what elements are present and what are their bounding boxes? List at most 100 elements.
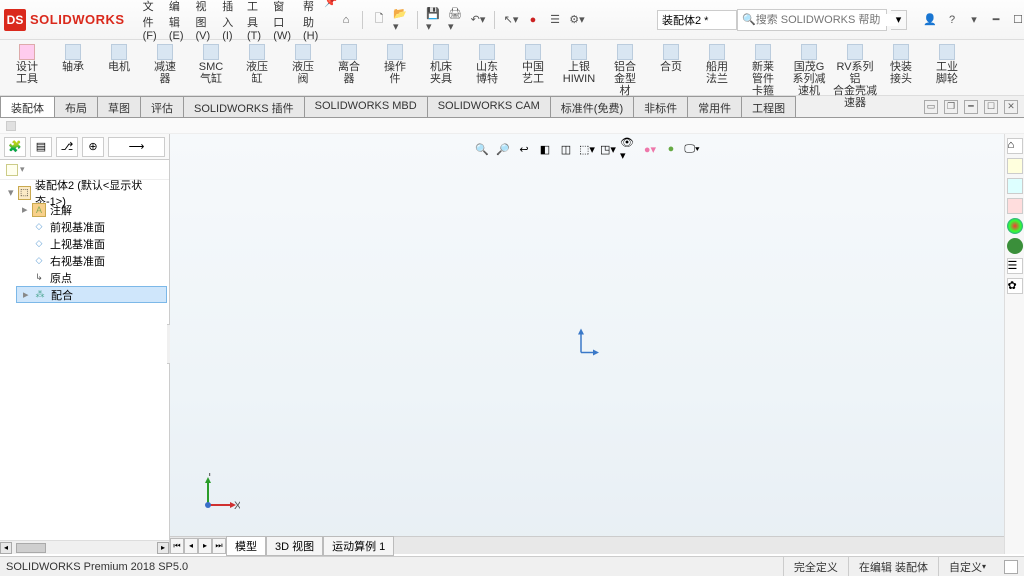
qr-icon[interactable] bbox=[6, 121, 16, 131]
section-view-icon[interactable]: ◧ bbox=[536, 140, 554, 158]
status-custom[interactable]: 自定义 ▾ bbox=[938, 557, 996, 576]
search-input[interactable] bbox=[756, 14, 898, 26]
ribbon-btn-7[interactable]: 离合器 bbox=[326, 42, 372, 95]
ribbon-btn-5[interactable]: 液压缸 bbox=[234, 42, 280, 95]
ribbon-btn-15[interactable]: 船用法兰 bbox=[694, 42, 740, 95]
tree-node[interactable]: ◇上视基准面 bbox=[16, 235, 167, 252]
rebuild-icon[interactable]: ● bbox=[525, 12, 541, 28]
home-icon[interactable]: ⌂ bbox=[338, 12, 354, 28]
view-tab[interactable]: 模型 bbox=[226, 536, 266, 556]
help-search[interactable]: 🔍 bbox=[737, 9, 887, 31]
menu-window[interactable]: 窗口(W) bbox=[267, 0, 297, 46]
menu-edit[interactable]: 编辑(E) bbox=[163, 0, 190, 46]
doc-tile-icon[interactable]: ▭ bbox=[924, 100, 938, 114]
menu-help[interactable]: 帮助(H) bbox=[297, 0, 324, 46]
command-tab[interactable]: 非标件 bbox=[633, 96, 688, 117]
ribbon-btn-20[interactable]: 工业脚轮 bbox=[924, 42, 970, 95]
menu-file[interactable]: 文件(F) bbox=[137, 0, 163, 46]
scroll-right-icon[interactable]: ▸ bbox=[157, 542, 169, 554]
command-tab[interactable]: SOLIDWORKS CAM bbox=[427, 96, 551, 117]
command-tab[interactable]: 工程图 bbox=[741, 96, 796, 117]
zoom-area-icon[interactable]: 🔎 bbox=[494, 140, 512, 158]
cursor-icon[interactable]: ↖▾ bbox=[503, 12, 519, 28]
doc-maximize-icon[interactable]: ☐ bbox=[984, 100, 998, 114]
new-icon[interactable]: 🗋 bbox=[371, 12, 387, 28]
minimize-icon[interactable]: ━ bbox=[987, 11, 1005, 29]
undo-icon[interactable]: ↶▾ bbox=[470, 12, 486, 28]
custom-props-icon[interactable] bbox=[1007, 238, 1023, 254]
command-tab[interactable]: 草图 bbox=[97, 96, 141, 117]
ribbon-btn-19[interactable]: 快装接头 bbox=[878, 42, 924, 95]
tree-node[interactable]: ◇前视基准面 bbox=[16, 218, 167, 235]
resources-icon[interactable]: ⌂ bbox=[1007, 138, 1023, 154]
print-icon[interactable]: 🖨▾ bbox=[448, 12, 464, 28]
tree-node[interactable]: ↳原点 bbox=[16, 269, 167, 286]
tree-root-node[interactable]: ▾ ⬚ 装配体2 (默认<显示状态-1>) bbox=[2, 184, 167, 201]
save-icon[interactable]: 💾▾ bbox=[426, 12, 442, 28]
expand-icon[interactable]: ▸ bbox=[22, 203, 32, 216]
view-tab[interactable]: 运动算例 1 bbox=[323, 536, 394, 556]
ribbon-btn-3[interactable]: 减速器 bbox=[142, 42, 188, 95]
maximize-icon[interactable]: ☐ bbox=[1009, 11, 1024, 29]
ribbon-btn-2[interactable]: 电机 bbox=[96, 42, 142, 95]
settings-icon[interactable]: ⚙▾ bbox=[569, 12, 585, 28]
vt-prev-icon[interactable]: ◂ bbox=[184, 538, 198, 554]
vt-next-icon[interactable]: ▸ bbox=[198, 538, 212, 554]
command-tab[interactable]: 常用件 bbox=[687, 96, 742, 117]
config-tab-icon[interactable]: ⎇ bbox=[56, 137, 78, 157]
options-icon[interactable]: ☰ bbox=[547, 12, 563, 28]
status-extra-icon[interactable] bbox=[1004, 560, 1018, 574]
command-tab[interactable]: SOLIDWORKS 插件 bbox=[183, 96, 305, 117]
help-dropdown-icon[interactable]: ▾ bbox=[965, 11, 983, 29]
pin-icon[interactable]: 📌 bbox=[324, 0, 338, 10]
command-tab[interactable]: 标准件(免费) bbox=[550, 96, 634, 117]
graphics-viewport[interactable]: 🔍 🔎 ↩ ◧ ◫ ⬚▾ ◳▾ 👁▾ ●▾ ● 🖵▾ Y bbox=[170, 134, 1004, 554]
prev-view-icon[interactable]: ↩ bbox=[515, 140, 533, 158]
filter-icon[interactable] bbox=[6, 164, 18, 176]
menu-view[interactable]: 视图(V) bbox=[190, 0, 217, 46]
vt-last-icon[interactable]: ⏭ bbox=[212, 538, 226, 554]
help-icon[interactable]: ? bbox=[943, 11, 961, 29]
feature-tree-tab-icon[interactable]: 🧩 bbox=[4, 137, 26, 157]
ribbon-btn-11[interactable]: 中国艺工 bbox=[510, 42, 556, 95]
ribbon-btn-17[interactable]: 国茂G系列减速机 bbox=[786, 42, 832, 95]
tree-hscroll[interactable]: ◂ ▸ bbox=[0, 540, 169, 554]
view-tab[interactable]: 3D 视图 bbox=[266, 536, 323, 556]
dynamic-view-icon[interactable]: ◫ bbox=[557, 140, 575, 158]
tree-node[interactable]: ▸⁂配合 bbox=[16, 286, 167, 303]
tree-node[interactable]: ◇右视基准面 bbox=[16, 252, 167, 269]
ribbon-btn-6[interactable]: 液压阀 bbox=[280, 42, 326, 95]
command-tab[interactable]: 评估 bbox=[140, 96, 184, 117]
zoom-fit-icon[interactable]: 🔍 bbox=[473, 140, 491, 158]
ribbon-btn-1[interactable]: 轴承 bbox=[50, 42, 96, 95]
ribbon-btn-9[interactable]: 机床夹具 bbox=[418, 42, 464, 95]
dimxpert-tab-icon[interactable]: ⊕ bbox=[82, 137, 104, 157]
view-orient-icon[interactable]: ⬚▾ bbox=[578, 140, 596, 158]
ribbon-btn-10[interactable]: 山东博特 bbox=[464, 42, 510, 95]
view-triad[interactable]: Y X bbox=[200, 473, 240, 516]
scroll-left-icon[interactable]: ◂ bbox=[0, 542, 12, 554]
open-icon[interactable]: 📂▾ bbox=[393, 12, 409, 28]
extra-icon[interactable]: ✿ bbox=[1007, 278, 1023, 294]
doc-minimize-icon[interactable]: ━ bbox=[964, 100, 978, 114]
login-icon[interactable]: 👤 bbox=[921, 11, 939, 29]
ribbon-btn-4[interactable]: SMC气缸 bbox=[188, 42, 234, 95]
command-tab[interactable]: SOLIDWORKS MBD bbox=[304, 96, 428, 117]
property-tab-icon[interactable]: ▤ bbox=[30, 137, 52, 157]
design-library-icon[interactable] bbox=[1007, 158, 1023, 174]
command-tab[interactable]: 布局 bbox=[54, 96, 98, 117]
doc-close-icon[interactable]: ✕ bbox=[1004, 100, 1018, 114]
appearance-icon[interactable]: ●▾ bbox=[641, 140, 659, 158]
vt-first-icon[interactable]: ⏮ bbox=[170, 538, 184, 554]
appearances-icon[interactable] bbox=[1007, 218, 1023, 234]
ribbon-btn-0[interactable]: 设计工具 bbox=[4, 42, 50, 95]
ribbon-btn-14[interactable]: 合页 bbox=[648, 42, 694, 95]
scene-icon[interactable]: ● bbox=[662, 140, 680, 158]
ribbon-btn-18[interactable]: RV系列铝合金壳减速器 bbox=[832, 42, 878, 95]
file-explorer-icon[interactable] bbox=[1007, 178, 1023, 194]
search-dropdown[interactable]: ▾ bbox=[891, 10, 907, 30]
ribbon-btn-8[interactable]: 操作件 bbox=[372, 42, 418, 95]
ribbon-btn-13[interactable]: 铝合金型材 bbox=[602, 42, 648, 95]
document-name-input[interactable] bbox=[657, 10, 737, 30]
display-tab-icon[interactable]: ⟶ bbox=[108, 137, 165, 157]
